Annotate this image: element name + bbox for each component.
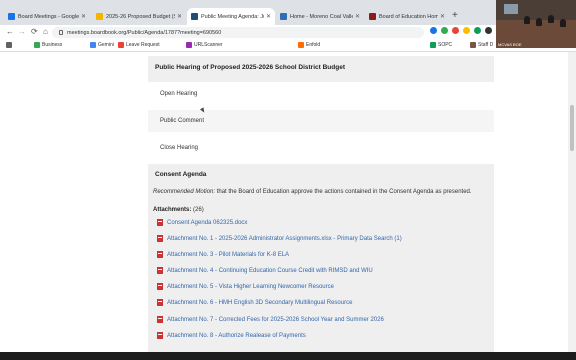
attachment-label: Attachment No. 5 - Vista Higher Learning… <box>167 283 334 290</box>
close-icon[interactable]: ✕ <box>440 13 445 20</box>
school-icon <box>280 13 287 20</box>
close-icon[interactable]: ✕ <box>355 13 360 20</box>
attachment-label: Consent Agenda 062325.docx <box>167 219 248 226</box>
video-label: MCVAS BOE <box>498 42 522 47</box>
person-figure <box>524 16 530 24</box>
consent-title: Consent Agenda <box>155 170 207 178</box>
extensions-bar <box>430 27 503 34</box>
business-icon <box>34 42 40 48</box>
urlscanner-icon <box>186 42 192 48</box>
pdf-icon <box>157 299 163 306</box>
scrollbar-thumb[interactable] <box>570 105 574 151</box>
apps-icon <box>6 42 12 48</box>
close-icon[interactable]: ✕ <box>177 13 182 20</box>
gemini-icon <box>90 42 96 48</box>
tab-proposed-budget[interactable]: 2025-26 Proposed Budget (Sc ✕ <box>92 8 186 25</box>
enfold-icon <box>298 42 304 48</box>
tab-school-home[interactable]: Home - Moreno Coal Valley Sch ✕ <box>276 8 364 25</box>
new-tab-button[interactable]: + <box>452 10 458 21</box>
attachment-label: Attachment No. 6 - HMH English 3D Second… <box>167 299 353 306</box>
bookmark-urlscanner[interactable]: URLScanner <box>186 42 223 48</box>
url-text: meetings.boardbook.org/Public/Agenda/178… <box>67 29 222 36</box>
attachment-link[interactable]: Consent Agenda 062325.docx <box>157 219 247 226</box>
bookmark-sopc[interactable]: SOPC <box>430 42 452 48</box>
taskbar <box>0 352 576 360</box>
tab-public-meeting-agenda[interactable]: Public Meeting Agenda: June 2 ✕ <box>187 8 275 25</box>
agenda-item-label: Close Hearing <box>160 144 199 151</box>
hearing-title-row: Public Hearing of Proposed 2025-2026 Sch… <box>148 60 494 74</box>
bookmark-enfold[interactable]: Enfold <box>298 42 320 48</box>
person-figure <box>536 18 542 26</box>
url-field[interactable]: meetings.boardbook.org/Public/Agenda/178… <box>52 27 424 38</box>
close-icon[interactable]: ✕ <box>81 13 86 20</box>
attachment-label: Attachment No. 3 - Pilot Materials for K… <box>167 251 290 258</box>
attachment-link[interactable]: Attachment No. 1 - 2025-2026 Administrat… <box>157 235 402 242</box>
extension-icon[interactable] <box>474 27 481 34</box>
sopc-icon <box>430 42 436 48</box>
extension-icon[interactable] <box>485 27 492 34</box>
attachments-heading: Attachments: (26) <box>148 204 494 216</box>
attachment-link[interactable]: Attachment No. 6 - HMH English 3D Second… <box>157 299 352 306</box>
reload-icon[interactable]: ⟳ <box>31 27 38 36</box>
back-icon[interactable]: ← <box>6 27 14 36</box>
tab-board-of-education[interactable]: Board of Education Home - Sch ✕ <box>365 8 449 25</box>
video-window <box>504 4 518 14</box>
attachment-link[interactable]: Attachment No. 5 - Vista Higher Learning… <box>157 283 334 290</box>
attachment-label: Attachment No. 1 - 2025-2026 Administrat… <box>167 235 402 242</box>
video-overlay: MCVAS BOE <box>496 0 576 48</box>
hearing-title: Public Hearing of Proposed 2025-2026 Sch… <box>155 63 345 71</box>
bookmark-gemini[interactable]: Gemini <box>90 42 114 48</box>
bookmark-apps[interactable] <box>6 42 14 48</box>
extension-icon[interactable] <box>441 27 448 34</box>
pdf-icon <box>157 219 163 226</box>
attachment-link[interactable]: Attachment No. 7 - Corrected Fees for 20… <box>157 316 384 323</box>
attachments-count: (26) <box>193 207 204 213</box>
attachment-label: Attachment No. 7 - Corrected Fees for 20… <box>167 316 384 323</box>
pdf-icon <box>157 283 163 290</box>
agenda-item[interactable]: Close Hearing <box>148 137 494 158</box>
attachments-label: Attachments: <box>153 207 192 213</box>
pdf-icon <box>157 332 163 339</box>
agenda-item[interactable]: Open Hearing <box>148 83 494 104</box>
person-figure <box>560 19 566 27</box>
bookmarks-bar: Business Gemini Leave Request URLScanner… <box>0 40 576 52</box>
attachment-link[interactable]: Attachment No. 8 - Authorize Realease of… <box>157 332 306 339</box>
pdf-icon <box>157 267 163 274</box>
bookmark-staff[interactable]: Staff D <box>470 42 493 48</box>
boardbook-icon <box>191 13 198 20</box>
close-icon[interactable]: ✕ <box>266 13 271 20</box>
attachment-link[interactable]: Attachment No. 3 - Pilot Materials for K… <box>157 251 289 258</box>
motion-text: that the Board of Education approve the … <box>215 189 472 195</box>
consent-title-row: Consent Agenda <box>148 168 494 180</box>
leave-request-icon <box>118 42 124 48</box>
tab-strip: Board Meetings - Google Drive ✕ 2025-26 … <box>0 0 576 25</box>
pdf-icon <box>157 316 163 323</box>
attachment-link[interactable]: Attachment No. 4 - Continuing Education … <box>157 267 373 274</box>
forward-icon[interactable]: → <box>18 27 26 36</box>
document-icon <box>96 13 103 20</box>
agenda-item[interactable]: Public Comment <box>148 110 494 132</box>
person-figure <box>548 15 554 23</box>
motion-row: Recommended Motion: that the Board of Ed… <box>148 186 494 198</box>
home-icon[interactable]: ⌂ <box>43 27 48 36</box>
drive-icon <box>8 13 15 20</box>
school-icon <box>369 13 376 20</box>
scrollbar[interactable] <box>568 52 576 352</box>
lock-icon <box>59 30 63 35</box>
staff-icon <box>470 42 476 48</box>
pdf-icon <box>157 251 163 258</box>
agenda-item-label: Public Comment <box>160 118 205 124</box>
attachment-label: Attachment No. 4 - Continuing Education … <box>167 267 373 274</box>
bookmark-leave-request[interactable]: Leave Request <box>118 42 160 48</box>
agenda-item-label: Open Hearing <box>160 90 198 97</box>
motion-label: Recommended Motion: <box>153 189 216 195</box>
attachment-label: Attachment No. 8 - Authorize Realease of… <box>167 332 306 339</box>
extension-icon[interactable] <box>430 27 437 34</box>
pdf-icon <box>157 235 163 242</box>
extension-icon[interactable] <box>452 27 459 34</box>
extension-icon[interactable] <box>463 27 470 34</box>
tab-board-meetings[interactable]: Board Meetings - Google Drive ✕ <box>4 8 90 25</box>
bookmark-business[interactable]: Business <box>34 42 62 48</box>
